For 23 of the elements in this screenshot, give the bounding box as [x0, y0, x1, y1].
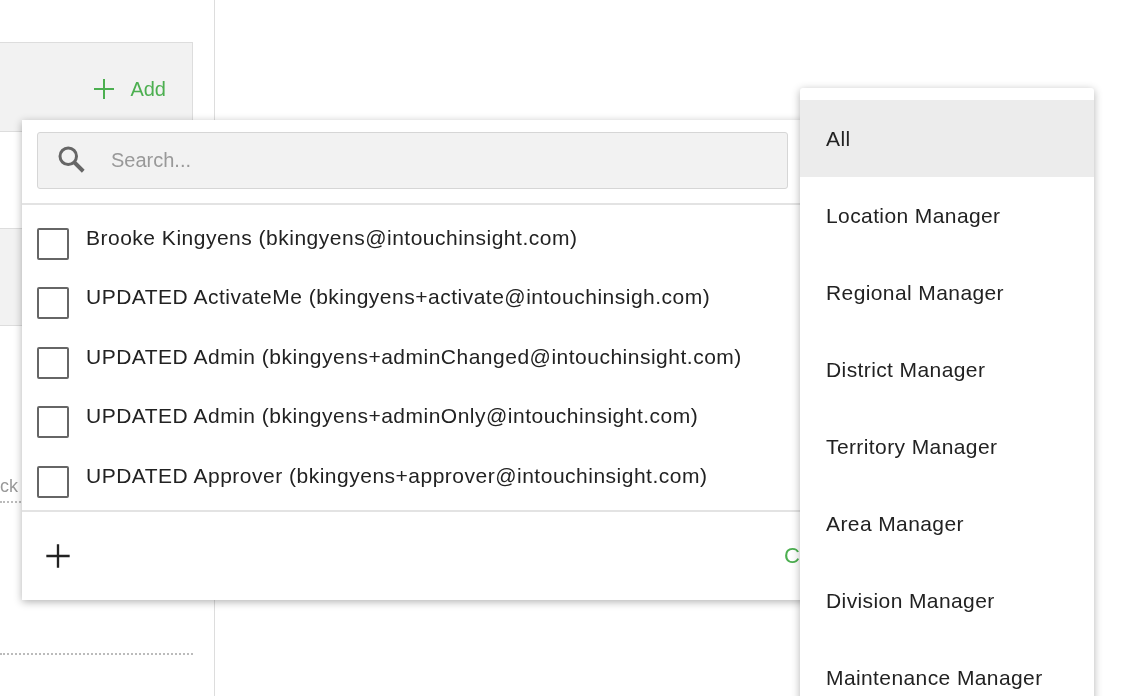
- checkbox[interactable]: [37, 406, 69, 439]
- checkbox[interactable]: [37, 228, 69, 260]
- user-option[interactable]: UPDATED Admin (bkingyens+adminOnly@intouchinsight.com): [86, 404, 699, 429]
- user-option[interactable]: UPDATED Admin (bkingyens+adminChanged@intouchinsight.com): [86, 344, 742, 369]
- checkbox[interactable]: [37, 287, 69, 320]
- menu-item[interactable]: Maintenance Manager: [800, 639, 1094, 696]
- menu-item[interactable]: Territory Manager: [800, 408, 1094, 485]
- menu-item[interactable]: Division Manager: [800, 562, 1094, 639]
- user-option[interactable]: UPDATED Approver (bkingyens+approver@intouchinsight.com): [86, 463, 708, 488]
- search-field[interactable]: Search...: [37, 132, 788, 189]
- menu-item[interactable]: Regional Manager: [800, 254, 1094, 331]
- menu-item[interactable]: District Manager: [800, 331, 1094, 408]
- menu-item[interactable]: All: [800, 100, 1094, 177]
- search-icon: [57, 145, 87, 175]
- menu-item[interactable]: Location Manager: [800, 177, 1094, 254]
- menu-item[interactable]: Area Manager: [800, 485, 1094, 562]
- plus-icon[interactable]: [44, 542, 72, 570]
- user-option[interactable]: UPDATED ActivateMe (bkingyens+activate@intouchinsigh.com): [86, 285, 711, 310]
- checkbox[interactable]: [37, 465, 69, 498]
- field-label: ck: [0, 476, 18, 497]
- plus-icon: [92, 77, 117, 101]
- user-option[interactable]: Brooke Kingyens (bkingyens@intouchinsight.com): [86, 226, 578, 250]
- checkbox[interactable]: [37, 346, 69, 379]
